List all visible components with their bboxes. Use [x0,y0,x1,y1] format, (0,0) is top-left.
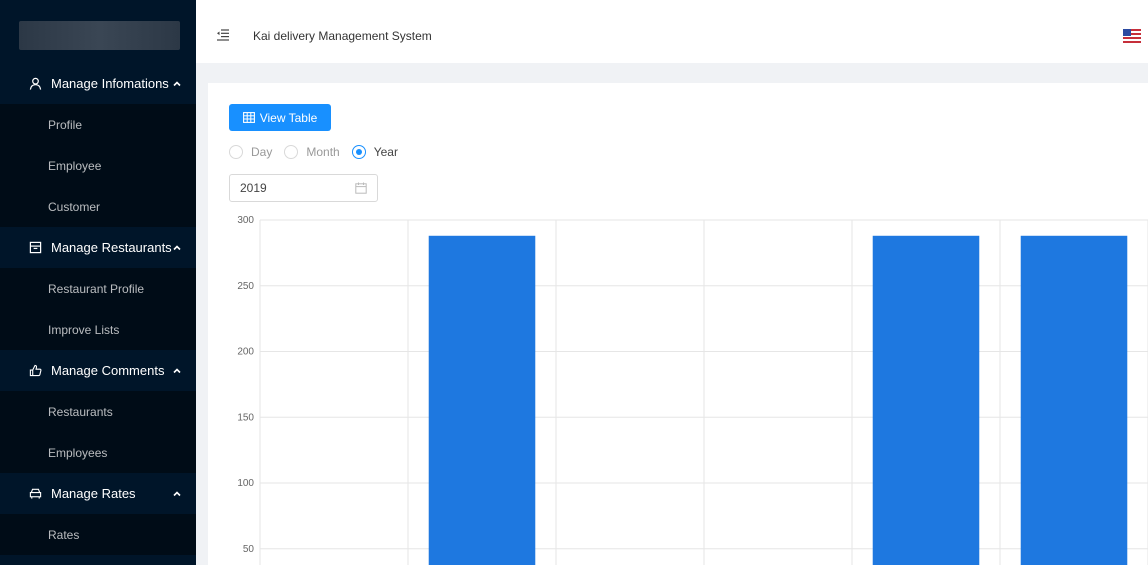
y-tick-label: 250 [237,281,254,292]
sidebar-item-improve-lists[interactable]: Improve Lists [0,309,196,350]
us-flag-icon[interactable] [1123,29,1141,43]
chevron-up-icon [172,487,182,502]
radio-month[interactable]: Month [284,145,340,159]
menu-group-label: Manage Comments [51,363,165,378]
top-header: Kai delivery Management System [196,0,1148,63]
table-icon [242,112,255,123]
chart-bar [872,235,980,565]
menu-fold-icon[interactable] [216,28,230,46]
radio-day[interactable]: Day [229,145,272,159]
bar-chart: 50 100 150 200 250 300 [237,215,1148,565]
y-tick-label: 300 [237,215,254,226]
sidebar-item-profile[interactable]: Profile [0,104,196,145]
chart-bar [428,235,536,565]
radio-label: Year [373,145,398,159]
menu-group-manage-comments[interactable]: Manage Comments [0,350,196,391]
page-title: Kai delivery Management System [253,29,432,43]
year-picker[interactable]: 2019 [229,174,378,202]
shop-icon [28,241,42,255]
radio-label: Month [306,145,340,159]
sidebar: Manage Infomations Profile Employee Cust… [0,0,196,565]
y-tick-label: 100 [237,478,254,489]
y-tick-label: 50 [243,544,255,555]
car-icon [28,487,42,501]
user-icon [28,77,42,91]
chevron-up-icon [172,77,182,92]
menu-group-label: Manage Rates [51,486,136,501]
chart-bar [1020,235,1128,565]
period-radio-group: Day Month Year [229,145,410,159]
menu-group-manage-rates[interactable]: Manage Rates [0,473,196,514]
app-logo[interactable] [19,21,180,50]
chevron-up-icon [172,241,182,256]
sidebar-item-employee[interactable]: Employee [0,145,196,186]
like-icon [28,364,42,378]
radio-year[interactable]: Year [351,145,398,159]
menu-group-manage-restaurants[interactable]: Manage Restaurants [0,227,196,268]
sidebar-item-restaurants[interactable]: Restaurants [0,391,196,432]
view-table-label: View Table [259,110,318,125]
menu-group-label: Manage Restaurants [51,240,172,255]
radio-circle[interactable] [284,145,299,159]
radio-label: Day [251,145,273,159]
sidebar-menu: Manage Infomations Profile Employee Cust… [0,63,196,555]
calendar-icon[interactable] [355,182,367,197]
menu-group-manage-infomations[interactable]: Manage Infomations [0,63,196,104]
y-tick-label: 150 [237,412,254,423]
sidebar-item-restaurant-profile[interactable]: Restaurant Profile [0,268,196,309]
sidebar-item-customer[interactable]: Customer [0,186,196,227]
y-tick-label: 200 [237,347,254,358]
sidebar-item-rates[interactable]: Rates [0,514,196,555]
year-picker-value: 2019 [240,181,267,195]
menu-group-label: Manage Infomations [51,76,169,91]
radio-circle[interactable] [229,145,243,159]
radio-circle[interactable] [351,145,366,159]
sidebar-item-employees[interactable]: Employees [0,432,196,473]
view-table-button[interactable]: View Table [229,104,331,131]
chevron-up-icon [172,364,182,379]
